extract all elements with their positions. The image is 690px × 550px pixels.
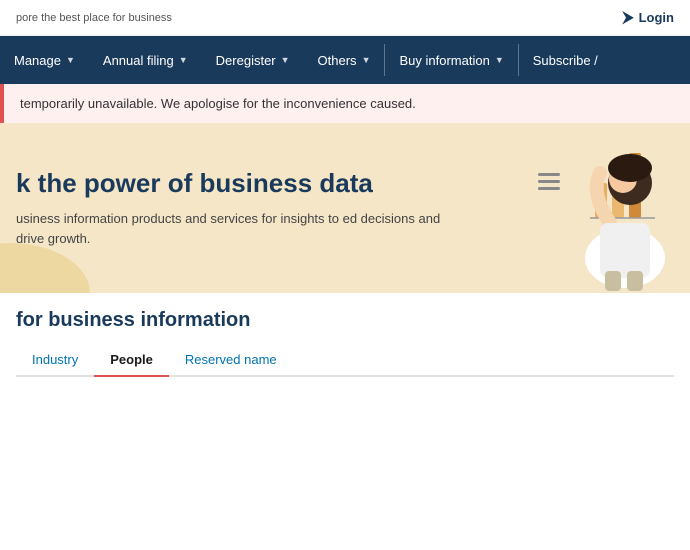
chevron-down-icon: ▼ <box>281 55 290 65</box>
nav-label-others: Others <box>318 53 357 68</box>
hero-content: k the power of business data usiness inf… <box>0 148 480 268</box>
chevron-down-icon: ▼ <box>66 55 75 65</box>
nav-item-subscribe[interactable]: Subscribe / <box>519 36 612 84</box>
nav-label-deregister: Deregister <box>216 53 276 68</box>
nav-item-buy-information[interactable]: Buy information ▼ <box>385 36 517 84</box>
main-nav: Manage ▼ Annual filing ▼ Deregister ▼ Ot… <box>0 36 690 84</box>
nav-label-annual-filing: Annual filing <box>103 53 174 68</box>
nav-label-subscribe: Subscribe / <box>533 53 598 68</box>
alert-text: temporarily unavailable. We apologise fo… <box>20 96 416 111</box>
chevron-down-icon: ▼ <box>495 55 504 65</box>
chevron-down-icon: ▼ <box>179 55 188 65</box>
nav-label-buy-information: Buy information <box>399 53 489 68</box>
browse-tabs: Industry People Reserved name <box>16 344 674 377</box>
hero-subtitle: usiness information products and service… <box>16 209 460 248</box>
nav-item-annual-filing[interactable]: Annual filing ▼ <box>89 36 202 84</box>
login-icon: ⮞ <box>623 9 634 26</box>
nav-label-manage: Manage <box>14 53 61 68</box>
login-label: Login <box>639 10 674 25</box>
tab-industry[interactable]: Industry <box>16 344 94 377</box>
hero-section: k the power of business data usiness inf… <box>0 123 690 293</box>
alert-banner: temporarily unavailable. We apologise fo… <box>0 84 690 123</box>
nav-item-others[interactable]: Others ▼ <box>304 36 385 84</box>
person-illustration <box>530 123 690 293</box>
nav-item-deregister[interactable]: Deregister ▼ <box>202 36 304 84</box>
tab-people[interactable]: People <box>94 344 169 377</box>
login-button[interactable]: ⮞ Login <box>623 9 674 26</box>
tab-reserved-name[interactable]: Reserved name <box>169 344 293 377</box>
hero-title: k the power of business data <box>16 168 460 199</box>
top-bar: pore the best place for business ⮞ Login <box>0 0 690 36</box>
nav-item-manage[interactable]: Manage ▼ <box>0 36 89 84</box>
browse-section: for business information Industry People… <box>0 293 690 377</box>
chevron-down-icon: ▼ <box>362 55 371 65</box>
tagline: pore the best place for business <box>16 12 172 24</box>
browse-title: for business information <box>16 309 674 332</box>
